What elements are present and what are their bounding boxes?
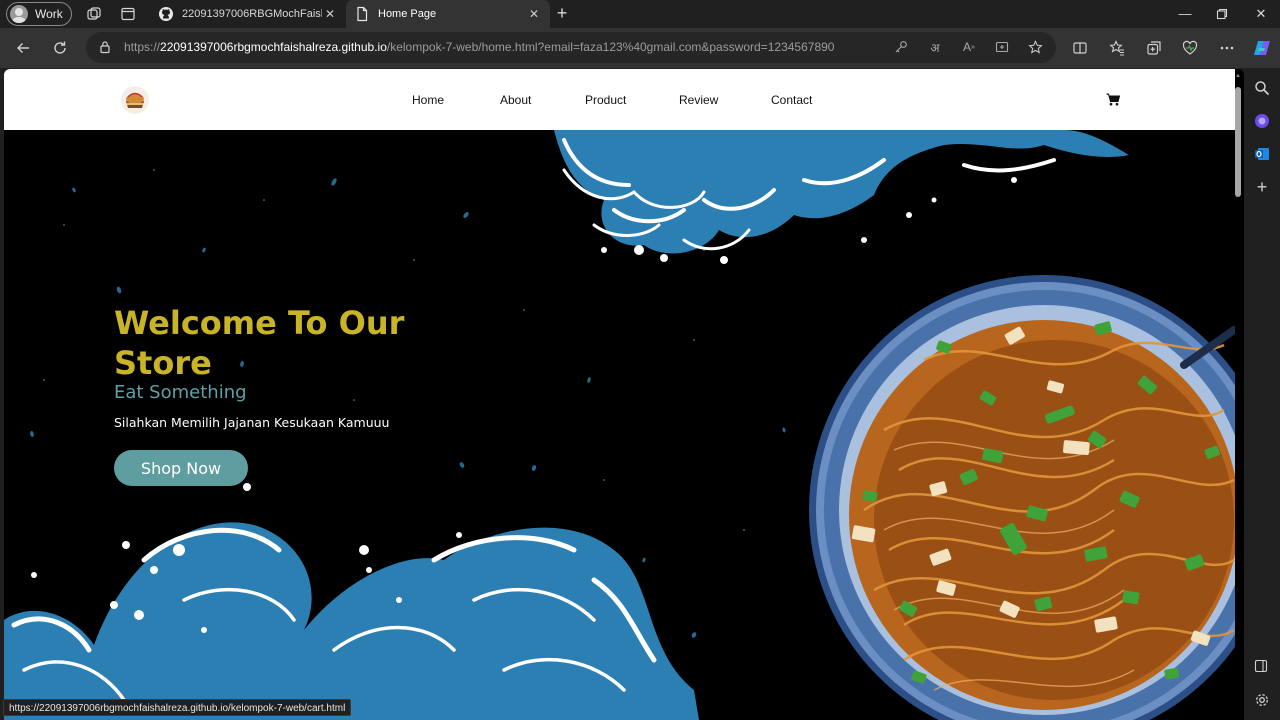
outlook-icon[interactable] bbox=[1254, 146, 1270, 162]
read-aloud-icon[interactable]: A» bbox=[961, 39, 977, 55]
close-icon[interactable]: ✕ bbox=[322, 6, 338, 22]
more-options-icon[interactable] bbox=[1217, 38, 1237, 58]
github-icon bbox=[158, 6, 174, 22]
page-icon bbox=[354, 6, 370, 22]
scroll-thumb[interactable] bbox=[1235, 87, 1241, 197]
avatar bbox=[10, 5, 28, 23]
url-prefix: https:// bbox=[124, 40, 161, 54]
hero-title: Welcome To Our Store bbox=[114, 304, 405, 382]
hero-subtitle: Eat Something bbox=[114, 382, 247, 403]
cart-icon[interactable] bbox=[1106, 93, 1121, 106]
page-scrollbar[interactable]: ▲ bbox=[1235, 73, 1241, 717]
app-available-icon[interactable] bbox=[994, 39, 1010, 55]
new-tab-icon[interactable]: + bbox=[553, 4, 571, 23]
nav-menu: Home About Product Review Contact bbox=[412, 93, 831, 107]
tab-title: 22091397006RBGMochFaishalRe bbox=[182, 8, 322, 20]
url-path: /kelompok-7-web/home.html?email=faza123%… bbox=[386, 40, 835, 54]
site-navbar: Home About Product Review Contact bbox=[4, 69, 1235, 130]
refresh-icon[interactable] bbox=[50, 38, 70, 58]
noodle-bowl-image bbox=[809, 275, 1235, 720]
nav-review-link[interactable]: Review bbox=[679, 93, 771, 107]
split-screen-icon[interactable] bbox=[1070, 38, 1090, 58]
favorite-star-icon[interactable] bbox=[1027, 39, 1043, 55]
nav-about-link[interactable]: About bbox=[500, 93, 585, 107]
tab-title: Home Page bbox=[378, 8, 437, 20]
browser-toolbar: https://22091397006rbgmochfaishalreza.gi… bbox=[0, 28, 1280, 68]
translate-icon[interactable]: अ bbox=[927, 39, 943, 55]
key-icon[interactable] bbox=[893, 39, 909, 55]
page-viewport: Home About Product Review Contact Welcom… bbox=[4, 69, 1244, 720]
workspaces-icon[interactable] bbox=[86, 6, 102, 22]
browser-essentials-icon[interactable] bbox=[1180, 38, 1200, 58]
maximize-icon[interactable] bbox=[1213, 5, 1231, 23]
url-text[interactable]: https://22091397006rbgmochfaishalreza.gi… bbox=[124, 40, 834, 54]
settings-gear-icon[interactable] bbox=[1254, 692, 1270, 708]
tab-actions-icon[interactable] bbox=[120, 6, 136, 22]
add-app-icon[interactable]: + bbox=[1254, 178, 1270, 196]
address-bar[interactable]: https://22091397006rbgmochfaishalreza.gi… bbox=[86, 32, 1056, 63]
bottom-wave-decoration bbox=[4, 483, 699, 720]
lock-icon[interactable] bbox=[98, 40, 112, 54]
sidebar-toggle-icon[interactable] bbox=[1254, 659, 1270, 675]
tab-strip: Work 22091397006RBGMochFaishalRe ✕ Home … bbox=[0, 0, 1280, 28]
hero-section: Welcome To Our Store Eat Something Silah… bbox=[4, 130, 1235, 720]
nav-product-link[interactable]: Product bbox=[585, 93, 679, 107]
status-bar-url: https://22091397006rbgmochfaishalreza.gi… bbox=[3, 699, 352, 716]
profile-label: Work bbox=[35, 7, 63, 21]
copilot-app-icon[interactable] bbox=[1254, 113, 1270, 129]
minimize-icon[interactable]: — bbox=[1176, 5, 1194, 23]
edge-sidebar: + bbox=[1244, 68, 1280, 720]
collections-icon[interactable] bbox=[1144, 38, 1164, 58]
profile-button[interactable]: Work bbox=[6, 2, 72, 26]
hero-description: Silahkan Memilih Jajanan Kesukaan Kamuuu bbox=[114, 415, 390, 430]
tab-home-page[interactable]: Home Page ✕ bbox=[346, 0, 550, 28]
close-window-icon[interactable]: ✕ bbox=[1252, 5, 1270, 23]
favorites-icon[interactable] bbox=[1107, 38, 1127, 58]
nav-home-link[interactable]: Home bbox=[412, 93, 500, 107]
back-icon[interactable] bbox=[13, 38, 33, 58]
close-icon[interactable]: ✕ bbox=[526, 6, 542, 22]
copilot-icon[interactable] bbox=[1252, 38, 1272, 58]
tab-github[interactable]: 22091397006RBGMochFaishalRe ✕ bbox=[150, 0, 346, 28]
url-host: 22091397006rbgmochfaishalreza.github.io bbox=[160, 40, 387, 54]
top-wave-decoration bbox=[554, 130, 1129, 264]
store-logo[interactable] bbox=[120, 85, 150, 115]
scroll-up-icon[interactable]: ▲ bbox=[1235, 73, 1241, 79]
nav-contact-link[interactable]: Contact bbox=[771, 93, 831, 107]
shop-now-button[interactable]: Shop Now bbox=[114, 450, 248, 486]
search-icon[interactable] bbox=[1254, 80, 1270, 96]
